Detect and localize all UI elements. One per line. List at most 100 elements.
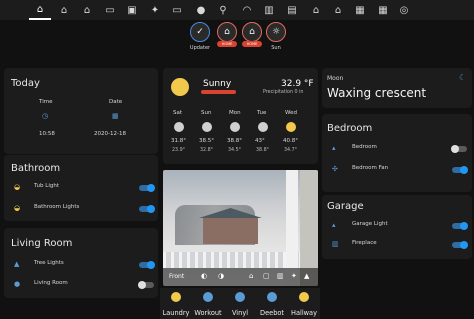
snow-icon [202, 122, 212, 132]
bathroom-lights-label: Bathroom Lights [34, 204, 80, 210]
house-icon-3[interactable]: ⌂ [76, 0, 98, 20]
moon-card: Moon Waxing crescent ☾ [322, 68, 472, 108]
robot-icon[interactable]: ◎ [393, 0, 415, 20]
tub-light-toggle[interactable] [139, 184, 155, 192]
sun-weather-icon [171, 78, 189, 96]
workout-label: Workout [194, 309, 222, 317]
forecast-day: Mon [229, 110, 241, 116]
sofa-icon[interactable]: ▭ [166, 0, 188, 20]
bedroom-fan-label: Bedroom Fan [352, 165, 389, 171]
vinyl-icon [235, 292, 245, 302]
laundry-icon [171, 292, 181, 302]
snow-icon [230, 122, 240, 132]
precipitation: Precipitation 0 in [263, 90, 304, 95]
grid-icon[interactable]: ▦ [372, 0, 394, 20]
garage-light-icon: ▴ [332, 221, 336, 229]
home-badge-icon: ⌂ [224, 27, 230, 37]
tv-icon[interactable]: ▣ [121, 0, 143, 20]
figure-icon[interactable]: ✦ [144, 0, 166, 20]
living-room-title: Living Room [11, 238, 73, 249]
tree-lights-toggle[interactable] [139, 261, 155, 269]
weather-condition: Sunny [203, 79, 232, 89]
bedroom-toggle[interactable] [451, 145, 467, 153]
living-room-toggle[interactable] [138, 281, 154, 289]
camera-icon-7[interactable]: ▲ [304, 272, 309, 280]
fireplace-label: Fireplace [352, 240, 377, 246]
location-redacted [201, 90, 236, 94]
vinyl-label: Vinyl [231, 309, 249, 317]
sun-icon: ☼ [271, 27, 281, 37]
forecast-high: 38.8° [227, 138, 242, 144]
bathroom-title: Bathroom [11, 163, 61, 174]
sun-badge[interactable]: ☼ [266, 22, 286, 42]
camera-icon-1[interactable]: ◐ [201, 272, 207, 280]
sunny-icon [286, 122, 296, 132]
sun-badge-label: Sun [271, 45, 281, 51]
garage-icon[interactable]: ▥ [258, 0, 280, 20]
forecast-low: 32.8° [200, 148, 214, 153]
person-icon[interactable]: ⚲ [212, 0, 234, 20]
nav-laundry[interactable]: Laundry [160, 288, 192, 319]
camera-icon-3[interactable]: ⌂ [249, 272, 253, 280]
clock-icon: ◷ [42, 112, 49, 120]
today-card: Today Time Date ◷ ▦ 10:58 2020-12-18 [4, 68, 158, 154]
forecast-day: Tue [257, 110, 267, 116]
living-room-card: Living Room ▲ Tree Lights ● Living Room [4, 228, 158, 298]
nav-deebot[interactable]: Deebot [256, 288, 288, 319]
camera-icon-4[interactable]: ▢ [263, 272, 270, 280]
top-nav-bar: ⌂ ⌂ ⌂ ▭ ▣ ✦ ▭ ● ⚲ ◠ ▥ ▤ ⌂ ⌂ ▦ ▦ ◎ [0, 0, 474, 20]
bed-icon[interactable]: ▭ [99, 0, 121, 20]
bathroom-lights-toggle[interactable] [139, 205, 155, 213]
garage-light-toggle[interactable] [452, 222, 468, 230]
tub-light-icon: ◒ [14, 183, 21, 191]
living-room-light-icon: ● [14, 280, 21, 288]
home-icon[interactable]: ⌂ [29, 0, 51, 20]
forecast-day: Wed [285, 110, 297, 116]
tub-light-label: Tub Light [34, 183, 59, 189]
garage-card: Garage ▴ Garage Light ▥ Fireplace [322, 195, 472, 259]
home-icon-4[interactable]: ⌂ [305, 0, 327, 20]
calendar-icon[interactable]: ▦ [349, 0, 371, 20]
date-value: 2020-12-18 [94, 131, 126, 137]
forecast-low: 34.7° [284, 148, 298, 153]
garage-title: Garage [327, 201, 364, 212]
home-tag-2: HOME [242, 41, 262, 47]
snow-icon [258, 122, 268, 132]
moon-label: Moon [327, 75, 344, 82]
camera-label: Front [169, 273, 185, 280]
forecast-day: Sat [173, 110, 183, 116]
workout-icon [203, 292, 213, 302]
hallway-label: Hallway [291, 309, 317, 317]
status-badges: ✓ Updater ⌂ HOME ⌂ HOME ☼ Sun [190, 22, 290, 62]
house-icon-5[interactable]: ⌂ [327, 0, 349, 20]
weather-temperature: 32.9 °F [281, 79, 314, 89]
forecast-low: 23.9° [172, 148, 186, 153]
bedroom-light-icon: ▴ [332, 144, 336, 152]
weather-card[interactable]: Sunny 32.9 °F Precipitation 0 in Sat 31.8… [163, 68, 318, 164]
camera-icon-5[interactable]: ▥ [277, 272, 284, 280]
house-icon-2[interactable]: ⌂ [53, 0, 75, 20]
moon-icon: ☾ [459, 73, 467, 82]
forecast-high: 43° [255, 138, 265, 144]
bedroom-fan-toggle[interactable] [452, 166, 468, 174]
nav-hallway[interactable]: Hallway [288, 288, 320, 319]
child-icon[interactable]: ● [190, 0, 212, 20]
deebot-label: Deebot [260, 309, 284, 317]
camera-icon-2[interactable]: ◑ [218, 272, 224, 280]
home-badge-2[interactable]: ⌂ [242, 22, 262, 42]
home-badge-1[interactable]: ⌂ [217, 22, 237, 42]
updater-badge[interactable]: ✓ [190, 22, 210, 42]
garage-icon-2[interactable]: ▤ [281, 0, 303, 20]
moon-phase: Waxing crescent [327, 86, 427, 100]
hallway-icon [299, 292, 309, 302]
nav-vinyl[interactable]: Vinyl [224, 288, 256, 319]
camera-icon-6[interactable]: ✦ [291, 272, 297, 280]
forecast-high: 38.5° [199, 138, 214, 144]
tree-lights-label: Tree Lights [34, 260, 64, 266]
forecast-high: 31.8° [171, 138, 186, 144]
nav-workout[interactable]: Workout [192, 288, 224, 319]
fireplace-toggle[interactable] [452, 241, 468, 249]
date-label: Date [109, 99, 123, 105]
camera-house [203, 218, 258, 244]
bath-icon[interactable]: ◠ [236, 0, 258, 20]
